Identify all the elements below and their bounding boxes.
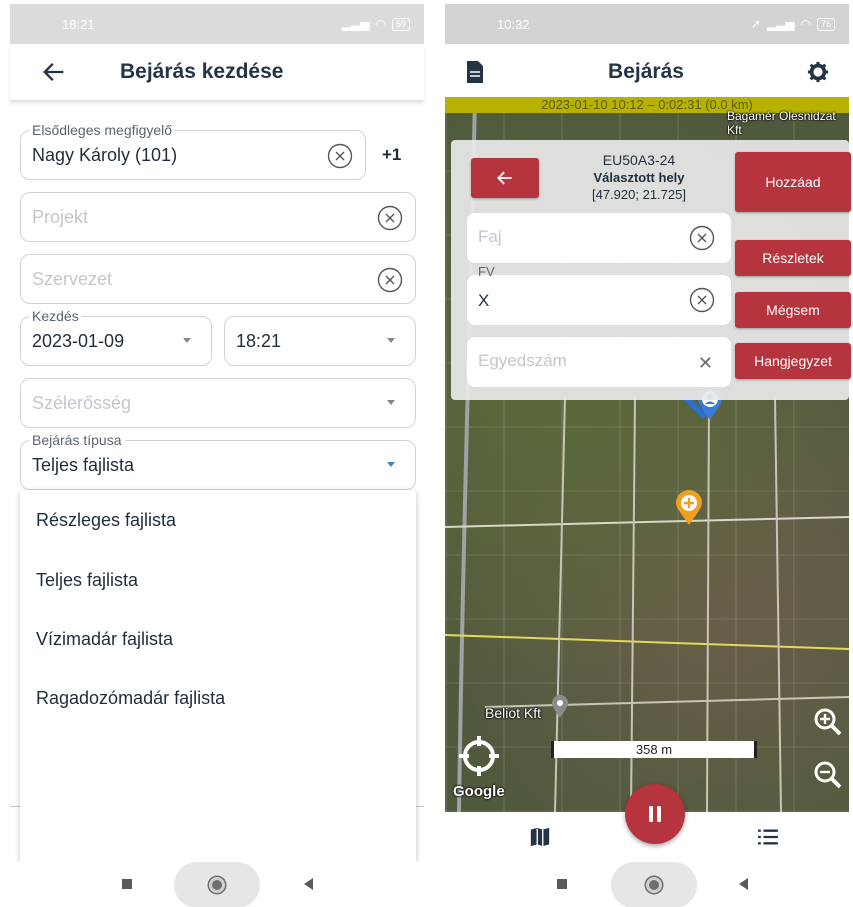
project-field[interactable]: Projekt	[20, 192, 416, 242]
location-info: EU50A3-24 Választott hely [47.920; 21.72…	[547, 152, 731, 203]
navigation-icon: ➚	[750, 17, 761, 31]
project-placeholder: Projekt	[32, 207, 89, 227]
clear-icon[interactable]	[689, 287, 715, 313]
app-bar: Bejárás	[445, 44, 849, 100]
locate-icon[interactable]	[457, 734, 501, 778]
wifi-icon: ◠	[375, 17, 386, 31]
system-nav-bar	[10, 862, 424, 907]
map-scale-bar: 358 m	[551, 741, 757, 758]
dropdown-caret-icon	[183, 338, 191, 343]
status-bar: 10:32 ➚ ▂▃▅ ◠ 76	[445, 4, 849, 44]
species-placeholder: Faj	[478, 227, 502, 246]
dropdown-caret-icon	[387, 400, 395, 405]
map-label-top: Bagamér Olesnidzat Kft	[727, 109, 836, 137]
cancel-button[interactable]: Mégsem	[735, 292, 851, 328]
fv-input[interactable]: FV X	[467, 264, 731, 325]
signal-icon: ▂▃▅	[766, 17, 795, 31]
survey-type-select[interactable]: Bejárás típusa Teljes fajlista	[20, 432, 416, 490]
status-icons: ➚ ▂▃▅ ◠ 76	[751, 17, 835, 31]
pause-button[interactable]	[625, 784, 685, 844]
fv-label: FV	[478, 264, 495, 279]
wind-placeholder: Szélerősség	[32, 393, 132, 413]
back-button[interactable]	[304, 878, 313, 890]
poi-label: Beliot Kft	[485, 705, 542, 721]
clear-icon[interactable]	[377, 267, 403, 293]
zoom-in-icon[interactable]	[813, 707, 843, 737]
pause-icon	[657, 806, 661, 822]
count-input[interactable]: Egyedszám ✕	[467, 337, 731, 387]
survey-type-value: Teljes fajlista	[32, 455, 135, 475]
home-button[interactable]	[174, 862, 260, 907]
add-button[interactable]: Hozzáad	[735, 152, 851, 212]
status-icons: ▂▃▅ ◠ 59	[342, 17, 410, 31]
menu-item-waterbird-list[interactable]: Vízimadár fajlista	[36, 629, 173, 650]
start-date-value: 2023-01-09	[32, 331, 125, 351]
recents-button[interactable]	[557, 879, 567, 889]
system-nav-bar	[445, 862, 849, 907]
map-attribution: Google	[453, 783, 505, 800]
dropdown-caret-icon	[387, 338, 395, 343]
dropdown-caret-icon	[387, 462, 395, 467]
additional-observers-button[interactable]: +1	[382, 145, 401, 165]
home-icon	[646, 877, 662, 893]
location-title: Választott hely	[593, 170, 685, 185]
poi-pin-icon[interactable]	[551, 695, 569, 719]
clear-icon[interactable]	[689, 225, 715, 251]
back-arrow-icon[interactable]	[40, 58, 68, 86]
status-bar: 18:21 ▂▃▅ ◠ 59	[10, 4, 424, 44]
app-bar: Bejárás kezdése	[10, 44, 424, 100]
right-screen: 10:32 ➚ ▂▃▅ ◠ 76 Bejárás 2023-01-10 10:1…	[445, 0, 853, 907]
list-icon[interactable]	[757, 828, 779, 846]
status-time: 18:21	[62, 16, 95, 32]
clear-icon[interactable]	[327, 143, 353, 169]
observer-label: Elsődleges megfigyelő	[29, 122, 176, 138]
fv-value: X	[478, 291, 490, 310]
pause-icon	[649, 806, 653, 822]
organization-placeholder: Szervezet	[32, 269, 113, 289]
menu-item-partial-list[interactable]: Részleges fajlista	[36, 510, 176, 531]
start-label: Kezdés	[29, 308, 82, 324]
menu-item-raptor-list[interactable]: Ragadozómadár fajlista	[36, 688, 225, 709]
battery-icon: 76	[816, 17, 835, 31]
voice-note-button[interactable]: Hangjegyzet	[735, 343, 851, 379]
page-title: Bejárás kezdése	[120, 60, 284, 83]
panel-back-button[interactable]	[471, 158, 539, 198]
wifi-icon: ◠	[800, 17, 811, 31]
page-title: Bejárás	[608, 60, 684, 83]
start-date-select[interactable]: Kezdés 2023-01-09	[20, 308, 212, 366]
wind-select[interactable]: Szélerősség	[20, 378, 416, 428]
add-pin-icon[interactable]	[675, 490, 703, 526]
back-button[interactable]	[739, 878, 748, 890]
details-button[interactable]: Részletek	[735, 240, 851, 276]
home-button[interactable]	[611, 862, 697, 907]
observer-value: Nagy Károly (101)	[32, 145, 178, 165]
gear-icon[interactable]	[807, 61, 829, 83]
back-arrow-icon	[497, 171, 512, 185]
observation-panel: EU50A3-24 Választott hely [47.920; 21.72…	[451, 140, 851, 400]
start-time-value: 18:21	[236, 331, 282, 351]
battery-icon: 59	[391, 17, 410, 31]
signal-icon: ▂▃▅	[341, 17, 370, 31]
observer-field[interactable]: Elsődleges megfigyelő Nagy Károly (101)	[20, 122, 366, 180]
home-icon	[209, 877, 225, 893]
survey-type-label: Bejárás típusa	[29, 432, 125, 448]
recents-button[interactable]	[122, 879, 132, 889]
status-time: 10:32	[497, 16, 530, 32]
menu-item-full-list[interactable]: Teljes fajlista	[36, 570, 138, 591]
location-code: EU50A3-24	[602, 152, 676, 168]
document-icon[interactable]	[465, 60, 485, 84]
count-placeholder: Egyedszám	[478, 351, 567, 370]
organization-field[interactable]: Szervezet	[20, 254, 416, 304]
zoom-out-icon[interactable]	[813, 760, 843, 790]
clear-icon[interactable]	[377, 205, 403, 231]
left-screen: 18:21 ▂▃▅ ◠ 59 Bejárás kezdése Elsődlege…	[0, 0, 430, 907]
species-input[interactable]: Faj	[467, 213, 731, 263]
location-coords: [47.920; 21.725]	[592, 187, 686, 202]
start-time-select[interactable]: 18:21	[224, 316, 416, 366]
clear-icon[interactable]: ✕	[698, 353, 713, 374]
map-icon[interactable]	[529, 826, 551, 848]
survey-type-menu: Részleges fajlista Teljes fajlista Vízim…	[20, 490, 416, 862]
